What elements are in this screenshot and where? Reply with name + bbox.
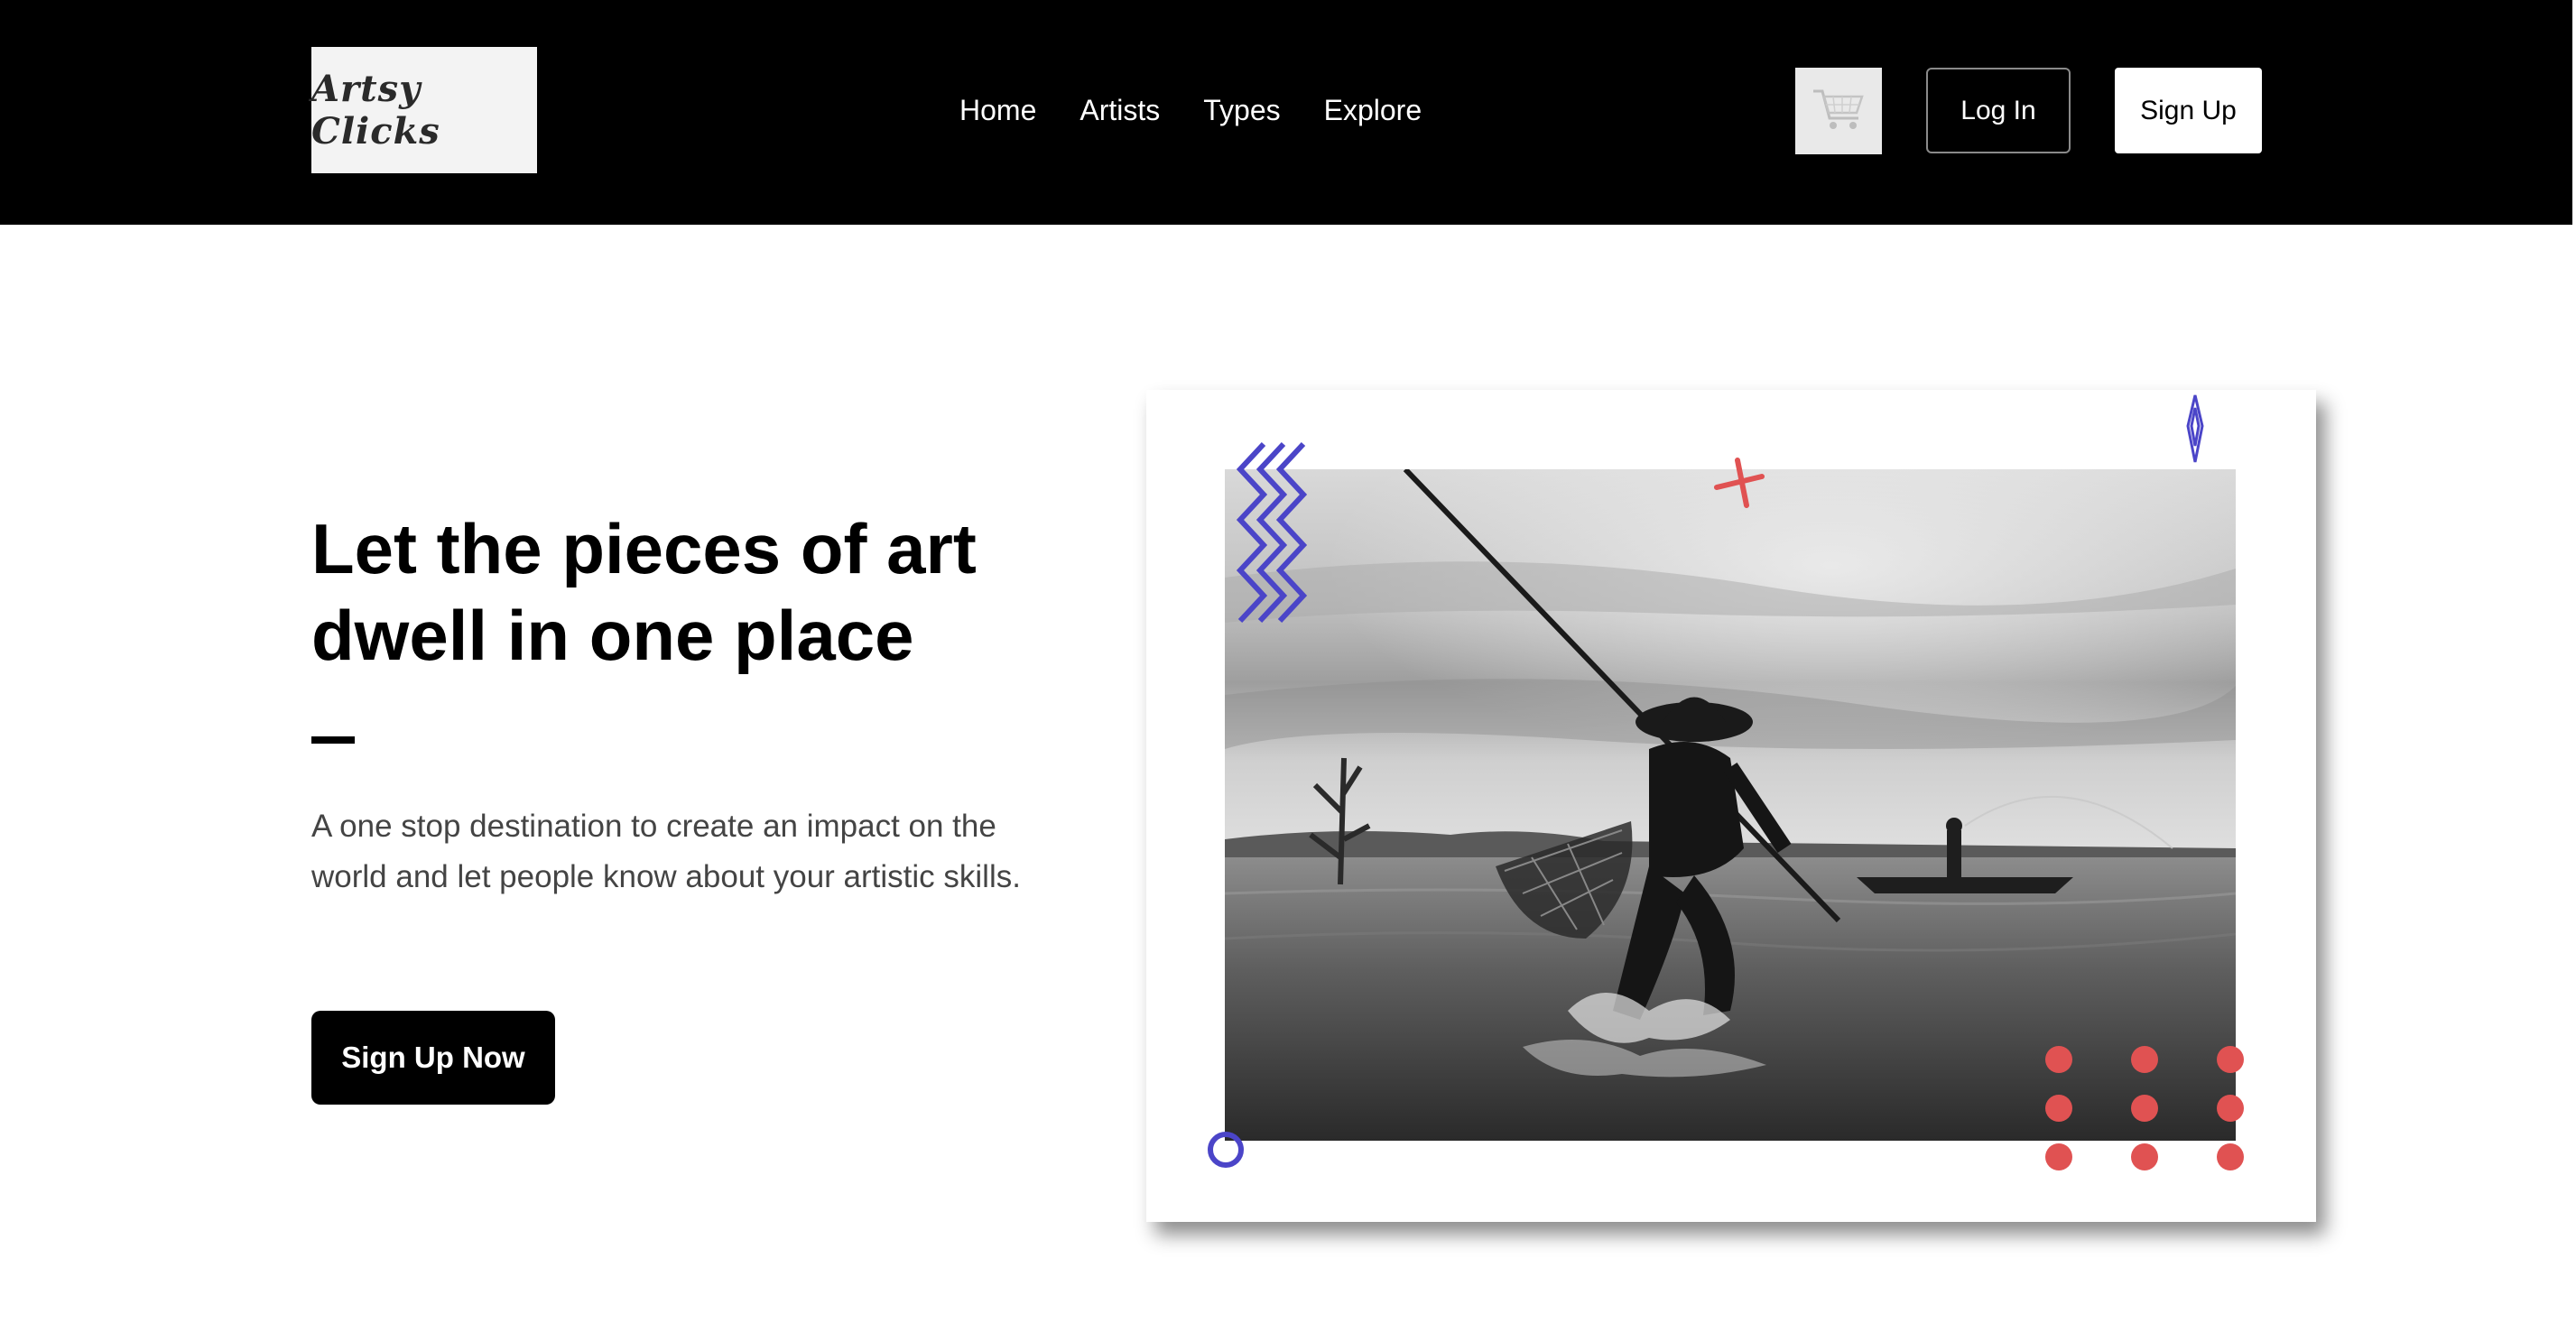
fisherman-photo xyxy=(1225,469,2236,1141)
site-logo[interactable]: Artsy Clicks xyxy=(311,47,537,173)
top-navbar: Artsy Clicks Home Artists Types Explore … xyxy=(0,0,2572,225)
signup-now-button[interactable]: Sign Up Now xyxy=(311,1011,555,1105)
signup-button[interactable]: Sign Up xyxy=(2115,68,2262,153)
hero-divider xyxy=(311,736,355,744)
page: Artsy Clicks Home Artists Types Explore … xyxy=(0,0,2576,1323)
hero-description: A one stop destination to create an impa… xyxy=(311,809,1021,894)
cart-button[interactable] xyxy=(1795,68,1882,154)
nav-home[interactable]: Home xyxy=(959,90,1036,130)
nav-artists[interactable]: Artists xyxy=(1080,90,1160,130)
nav-types[interactable]: Types xyxy=(1203,90,1280,130)
hero-title: Let the pieces of art dwell in one place xyxy=(311,509,977,675)
shopping-cart-icon xyxy=(1813,89,1864,129)
main-nav: Home Artists Types Explore xyxy=(959,90,1465,130)
nav-explore[interactable]: Explore xyxy=(1324,90,1422,130)
logo-text: Artsy Clicks xyxy=(311,68,440,153)
login-button[interactable]: Log In xyxy=(1926,68,2071,153)
